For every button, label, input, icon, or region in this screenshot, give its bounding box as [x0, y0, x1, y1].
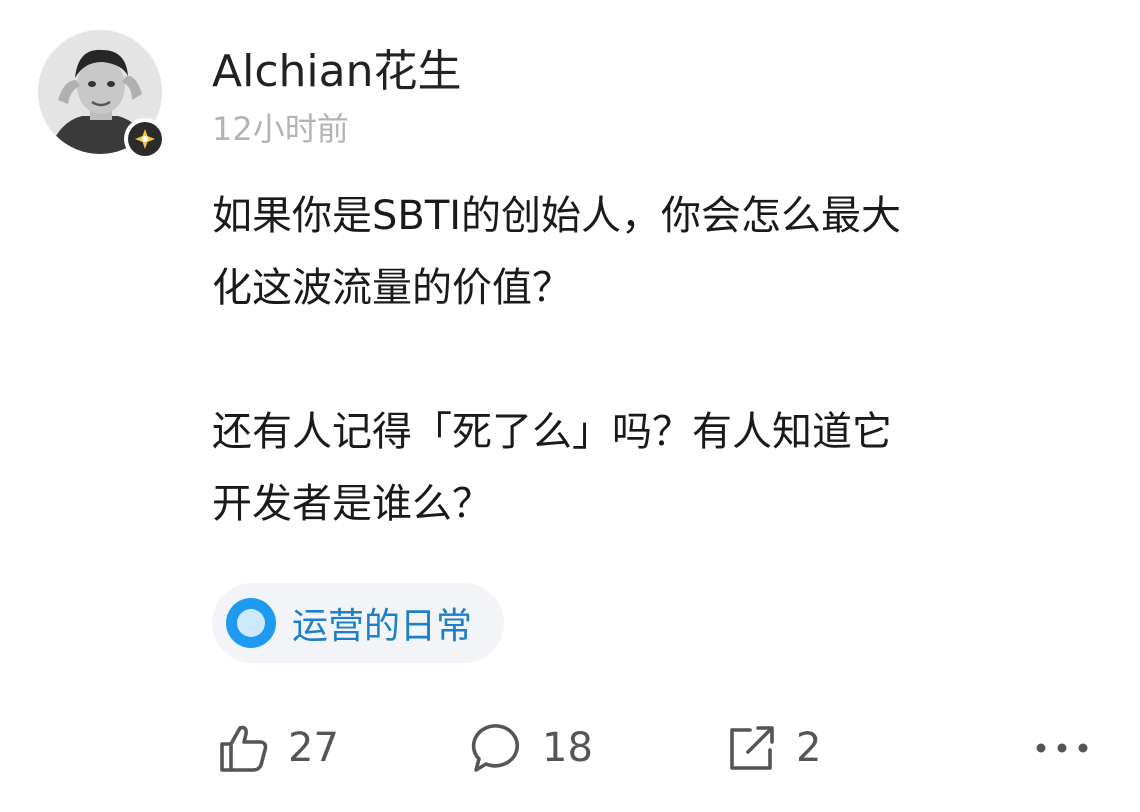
share-button[interactable]: 2	[724, 716, 821, 780]
post-content: 如果你是SBTI的创始人，你会怎么最大 化这波流量的价值？ 还有人记得「死了么」…	[212, 180, 1092, 540]
topic-circle-icon	[226, 598, 276, 648]
like-count: 27	[288, 725, 339, 771]
like-button[interactable]: 27	[216, 716, 339, 780]
comment-button[interactable]: 18	[470, 716, 593, 780]
topic-tag[interactable]: 运营的日常	[212, 583, 505, 663]
more-options-button[interactable]	[1034, 716, 1090, 780]
post-timestamp: 12小时前	[212, 110, 349, 148]
post-paragraph: 如果你是SBTI的创始人，你会怎么最大 化这波流量的价值？	[212, 193, 902, 311]
post-actions-bar: 27 18 2	[212, 716, 1092, 780]
topic-label: 运营的日常	[292, 606, 473, 647]
author-name[interactable]: Alchian花生	[212, 44, 461, 100]
thumbs-up-icon	[220, 725, 268, 772]
more-dots-icon	[1036, 743, 1088, 753]
author-avatar-container	[38, 30, 166, 160]
verified-badge	[124, 118, 166, 160]
share-count: 2	[796, 725, 822, 771]
share-arrow-icon	[730, 726, 774, 770]
post-paragraph: 还有人记得「死了么」吗？有人知道它 开发者是谁么？	[212, 409, 892, 527]
comment-bubble-icon	[471, 724, 519, 772]
comment-count: 18	[542, 725, 593, 771]
verified-badge-icon	[135, 129, 155, 149]
